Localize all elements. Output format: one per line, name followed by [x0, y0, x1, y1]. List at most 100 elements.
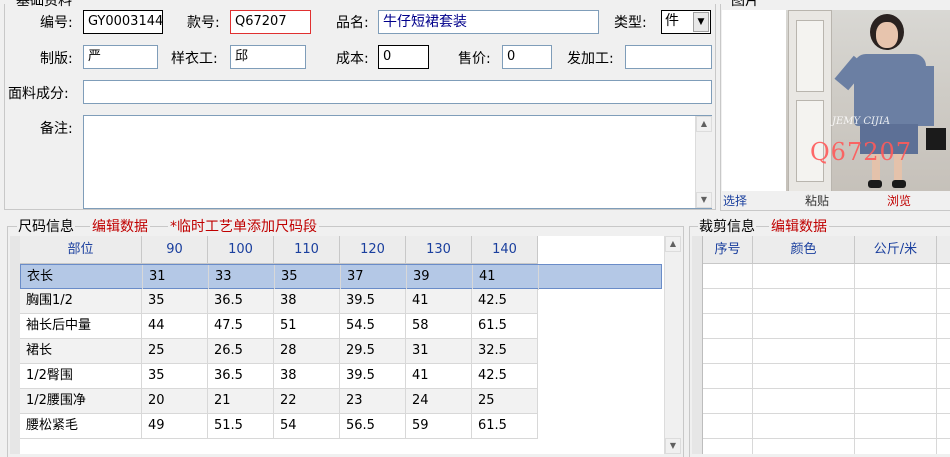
size-col-header[interactable]: 90	[142, 236, 208, 264]
scroll-down-icon[interactable]: ▼	[696, 192, 712, 208]
cut-edit-link[interactable]: 编辑数据	[769, 216, 829, 236]
image-select-button[interactable]: 选择	[723, 192, 747, 209]
size-table-row[interactable]: 1/2臀围 35 36.5 38 39.5 41 42.5	[20, 364, 538, 389]
size-value-cell[interactable]: 28	[274, 339, 340, 364]
size-value-cell[interactable]: 49	[142, 414, 208, 439]
size-table-row[interactable]: 袖长后中量 44 47.5 51 54.5 58 61.5	[20, 314, 538, 339]
pattern-field[interactable]: 严	[83, 45, 158, 69]
cut-col-header[interactable]: 数	[937, 236, 950, 264]
cut-empty-cell[interactable]	[937, 289, 950, 314]
scroll-down-icon[interactable]: ▼	[665, 438, 681, 454]
size-table-row[interactable]: 裙长 25 26.5 28 29.5 31 32.5	[20, 339, 538, 364]
image-browse-button[interactable]: 浏览	[887, 192, 911, 209]
size-value-cell[interactable]: 47.5	[208, 314, 274, 339]
size-value-cell[interactable]: 61.5	[472, 314, 538, 339]
cut-empty-cell[interactable]	[753, 364, 855, 389]
cut-empty-cell[interactable]	[937, 264, 950, 289]
size-value-cell[interactable]: 26.5	[208, 339, 274, 364]
size-value-cell[interactable]: 25	[142, 339, 208, 364]
size-col-header[interactable]: 120	[340, 236, 406, 264]
cut-empty-cell[interactable]	[855, 414, 937, 439]
remark-textarea[interactable]	[83, 115, 712, 209]
size-value-cell[interactable]: 35	[142, 289, 208, 314]
size-value-cell[interactable]: 42.5	[472, 364, 538, 389]
size-value-cell[interactable]: 35	[275, 265, 341, 290]
cut-empty-cell[interactable]	[753, 314, 855, 339]
size-table-row[interactable]: 衣长 31 33 35 37 39 41	[20, 264, 662, 290]
code-field[interactable]: GY0003144	[83, 10, 163, 34]
cut-empty-cell[interactable]	[937, 339, 950, 364]
size-part-cell[interactable]: 1/2腰围净	[20, 389, 142, 414]
cut-empty-cell[interactable]	[937, 439, 950, 454]
size-edit-link[interactable]: 编辑数据	[90, 216, 150, 236]
size-value-cell[interactable]: 31	[143, 265, 209, 290]
size-value-cell[interactable]: 31	[406, 339, 472, 364]
cut-empty-cell[interactable]	[855, 289, 937, 314]
cut-empty-cell[interactable]	[703, 389, 753, 414]
size-value-cell[interactable]: 20	[142, 389, 208, 414]
cut-empty-cell[interactable]	[703, 439, 753, 454]
cost-field[interactable]: 0	[378, 45, 429, 69]
size-value-cell[interactable]: 54.5	[340, 314, 406, 339]
size-table-row[interactable]: 1/2腰围净 20 21 22 23 24 25	[20, 389, 538, 414]
cut-empty-cell[interactable]	[753, 264, 855, 289]
cut-empty-cell[interactable]	[937, 389, 950, 414]
cut-empty-cell[interactable]	[753, 339, 855, 364]
size-col-header[interactable]: 130	[406, 236, 472, 264]
size-value-cell[interactable]: 41	[406, 364, 472, 389]
size-col-header[interactable]: 110	[274, 236, 340, 264]
size-value-cell[interactable]: 29.5	[340, 339, 406, 364]
cut-empty-cell[interactable]	[753, 289, 855, 314]
size-part-cell[interactable]: 衣长	[21, 265, 143, 290]
size-value-cell[interactable]: 33	[209, 265, 275, 290]
size-value-cell[interactable]: 36.5	[208, 289, 274, 314]
cut-empty-cell[interactable]	[855, 389, 937, 414]
size-col-header[interactable]: 100	[208, 236, 274, 264]
cut-empty-cell[interactable]	[855, 314, 937, 339]
size-value-cell[interactable]: 39.5	[340, 364, 406, 389]
size-value-cell[interactable]: 61.5	[472, 414, 538, 439]
price-field[interactable]: 0	[502, 45, 552, 69]
size-value-cell[interactable]: 25	[472, 389, 538, 414]
size-value-cell[interactable]: 51	[274, 314, 340, 339]
size-value-cell[interactable]: 23	[340, 389, 406, 414]
cut-empty-cell[interactable]	[855, 439, 937, 454]
type-select[interactable]: 件 ▼	[661, 10, 711, 34]
style-field[interactable]: Q67207	[230, 10, 311, 34]
size-value-cell[interactable]: 44	[142, 314, 208, 339]
size-part-cell[interactable]: 腰松紧毛	[20, 414, 142, 439]
cut-empty-cell[interactable]	[703, 414, 753, 439]
cut-empty-cell[interactable]	[703, 264, 753, 289]
cut-empty-cell[interactable]	[753, 389, 855, 414]
cut-empty-cell[interactable]	[703, 339, 753, 364]
cut-col-header[interactable]: 公斤/米	[855, 236, 937, 264]
size-part-cell[interactable]: 袖长后中量	[20, 314, 142, 339]
size-value-cell[interactable]: 39.5	[340, 289, 406, 314]
remark-scrollbar[interactable]: ▲ ▼	[695, 116, 712, 208]
fabric-field[interactable]	[83, 80, 712, 104]
size-part-cell[interactable]: 胸围1/2	[20, 289, 142, 314]
size-value-cell[interactable]: 42.5	[472, 289, 538, 314]
cut-empty-cell[interactable]	[855, 364, 937, 389]
size-value-cell[interactable]: 38	[274, 289, 340, 314]
size-part-cell[interactable]: 裙长	[20, 339, 142, 364]
image-paste-button[interactable]: 粘贴	[805, 192, 829, 209]
scroll-up-icon[interactable]: ▲	[665, 236, 681, 252]
cut-col-header[interactable]: 序号	[703, 236, 753, 264]
size-col-header[interactable]: 部位	[20, 236, 142, 264]
size-value-cell[interactable]: 56.5	[340, 414, 406, 439]
size-value-cell[interactable]: 37	[341, 265, 407, 290]
size-value-cell[interactable]: 54	[274, 414, 340, 439]
cut-empty-cell[interactable]	[855, 339, 937, 364]
outsource-field[interactable]	[625, 45, 712, 69]
size-value-cell[interactable]: 41	[473, 265, 539, 290]
size-value-cell[interactable]: 24	[406, 389, 472, 414]
cut-empty-cell[interactable]	[703, 289, 753, 314]
scroll-up-icon[interactable]: ▲	[696, 116, 712, 132]
size-value-cell[interactable]: 22	[274, 389, 340, 414]
size-value-cell[interactable]: 59	[406, 414, 472, 439]
sample-field[interactable]: 邱	[230, 45, 306, 69]
size-temp-link[interactable]: *临时工艺单添加尺码段	[168, 216, 319, 236]
cut-col-header[interactable]: 颜色	[753, 236, 855, 264]
size-value-cell[interactable]: 32.5	[472, 339, 538, 364]
